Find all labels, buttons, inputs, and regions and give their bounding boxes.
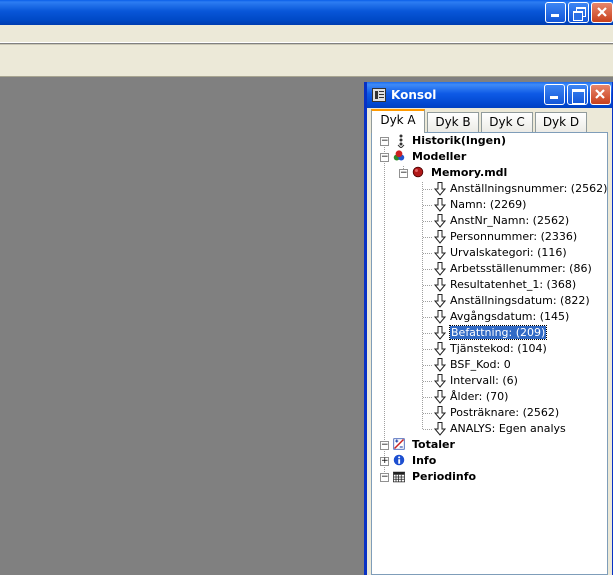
tab-strip: Dyk A Dyk B Dyk C Dyk D bbox=[371, 109, 608, 133]
tree-item-field[interactable]: Namn: (2269) bbox=[372, 197, 607, 213]
history-icon bbox=[397, 134, 405, 148]
tree-item-historik[interactable]: − Historik(Ingen) bbox=[372, 133, 607, 149]
tree-label-field: BSF_Kod: 0 bbox=[450, 358, 511, 371]
field-arrow-icon bbox=[434, 390, 446, 404]
tree-item-field[interactable]: Urvalskategori: (116) bbox=[372, 245, 607, 261]
close-icon bbox=[597, 7, 607, 17]
close-icon bbox=[595, 89, 605, 99]
models-icon bbox=[393, 150, 405, 161]
tree-label-field: Avgångsdatum: (145) bbox=[450, 310, 570, 323]
konsol-body: Dyk A Dyk B Dyk C Dyk D − Historik(Ingen… bbox=[367, 108, 612, 575]
tree-item-periodinfo[interactable]: − Periodinfo bbox=[372, 469, 607, 485]
tree-label-field: Ålder: (70) bbox=[450, 390, 509, 403]
console-icon bbox=[372, 88, 386, 102]
field-arrow-icon bbox=[434, 230, 446, 244]
close-button[interactable] bbox=[591, 2, 613, 23]
field-arrow-icon bbox=[434, 358, 446, 372]
restore-button[interactable] bbox=[568, 2, 589, 23]
field-arrow-icon bbox=[434, 422, 446, 436]
minimize-button[interactable] bbox=[545, 2, 566, 23]
tree-item-modeller[interactable]: − Modeller bbox=[372, 149, 607, 165]
field-arrow-icon bbox=[434, 374, 446, 388]
totals-icon bbox=[393, 438, 405, 450]
tree-label-field: Personnummer: (2336) bbox=[450, 230, 578, 243]
tree-label-field: Befattning: (209) bbox=[448, 325, 548, 340]
tree-label-field: Namn: (2269) bbox=[450, 198, 527, 211]
tree-item-field[interactable]: Tjänstekod: (104) bbox=[372, 341, 607, 357]
konsol-close-button[interactable] bbox=[590, 84, 611, 105]
toolbar bbox=[0, 44, 613, 77]
konsol-maximize-button[interactable] bbox=[567, 84, 588, 105]
info-icon bbox=[393, 454, 405, 466]
collapse-toggle[interactable]: − bbox=[380, 473, 389, 482]
konsol-panel: Konsol Dyk A Dyk B Dyk C Dyk D − Histori… bbox=[364, 82, 613, 575]
konsol-title: Konsol bbox=[391, 88, 437, 102]
field-arrow-icon bbox=[434, 262, 446, 276]
field-arrow-icon bbox=[434, 326, 446, 340]
field-arrow-icon bbox=[434, 406, 446, 420]
tree-item-field[interactable]: Resultatenhet_1: (368) bbox=[372, 277, 607, 293]
field-arrow-icon bbox=[434, 342, 446, 356]
tree-label-field: Intervall: (6) bbox=[450, 374, 518, 387]
field-arrow-icon bbox=[434, 198, 446, 212]
konsol-minimize-button[interactable] bbox=[544, 84, 565, 105]
collapse-toggle[interactable]: − bbox=[380, 441, 389, 450]
tree-label-field: Tjänstekod: (104) bbox=[450, 342, 547, 355]
tree-label-info: Info bbox=[412, 454, 437, 467]
tab-dyk-c[interactable]: Dyk C bbox=[481, 112, 533, 132]
tree-label-field: Anställningsnummer: (2562) bbox=[450, 182, 608, 195]
collapse-toggle[interactable]: − bbox=[399, 169, 408, 178]
tree-label-model-file: Memory.mdl bbox=[431, 166, 508, 179]
field-arrow-icon bbox=[434, 278, 446, 292]
field-arrow-icon bbox=[434, 182, 446, 196]
tree-label-field: Arbetsställenummer: (86) bbox=[450, 262, 592, 275]
tree-label-totaler: Totaler bbox=[412, 438, 455, 451]
tree-item-field[interactable]: AnstNr_Namn: (2562) bbox=[372, 213, 607, 229]
tree-label-field: Resultatenhet_1: (368) bbox=[450, 278, 577, 291]
tree-item-field[interactable]: Arbetsställenummer: (86) bbox=[372, 261, 607, 277]
collapse-toggle[interactable]: − bbox=[380, 153, 389, 162]
tree-label-field: Anställningsdatum: (822) bbox=[450, 294, 590, 307]
field-arrow-icon bbox=[434, 214, 446, 228]
calendar-icon bbox=[393, 471, 405, 483]
tree-label-field: Urvalskategori: (116) bbox=[450, 246, 567, 259]
tree-item-field[interactable]: Anställningsdatum: (822) bbox=[372, 293, 607, 309]
tree-item-info[interactable]: + Info bbox=[372, 453, 607, 469]
tree-item-field[interactable]: Intervall: (6) bbox=[372, 373, 607, 389]
tree-item-field[interactable]: Anställningsnummer: (2562) bbox=[372, 181, 607, 197]
collapse-toggle[interactable]: − bbox=[380, 137, 389, 146]
tree-item-totaler[interactable]: − Totaler bbox=[372, 437, 607, 453]
tree-item-field[interactable]: Personnummer: (2336) bbox=[372, 229, 607, 245]
tree-label-field: Posträknare: (2562) bbox=[450, 406, 560, 419]
tab-dyk-d[interactable]: Dyk D bbox=[535, 112, 587, 132]
tree-item-field[interactable]: Befattning: (209) bbox=[372, 325, 607, 341]
tree-item-model-file[interactable]: − Memory.mdl bbox=[372, 165, 607, 181]
tree-label-periodinfo: Periodinfo bbox=[412, 470, 477, 483]
tree-item-field[interactable]: ANALYS: Egen analys bbox=[372, 421, 607, 437]
tree-item-field[interactable]: Posträknare: (2562) bbox=[372, 405, 607, 421]
field-arrow-icon bbox=[434, 310, 446, 324]
tree-item-field[interactable]: Avgångsdatum: (145) bbox=[372, 309, 607, 325]
model-file-icon bbox=[412, 166, 424, 178]
tree-item-field[interactable]: BSF_Kod: 0 bbox=[372, 357, 607, 373]
menu-bar bbox=[0, 25, 613, 43]
tab-dyk-a[interactable]: Dyk A bbox=[371, 109, 425, 133]
main-title-bar bbox=[0, 0, 613, 25]
tree-label-field: AnstNr_Namn: (2562) bbox=[450, 214, 570, 227]
field-arrow-icon bbox=[434, 294, 446, 308]
tab-dyk-b[interactable]: Dyk B bbox=[427, 112, 479, 132]
tree-label-modeller: Modeller bbox=[412, 150, 467, 163]
tree-label-historik: Historik(Ingen) bbox=[412, 134, 506, 147]
tree-item-field[interactable]: Ålder: (70) bbox=[372, 389, 607, 405]
konsol-title-bar[interactable]: Konsol bbox=[367, 82, 612, 108]
tree-label-field: ANALYS: Egen analys bbox=[450, 422, 566, 435]
model-tree: − Historik(Ingen) − Modeller − Memory.md… bbox=[371, 132, 608, 575]
expand-toggle[interactable]: + bbox=[380, 457, 389, 466]
field-arrow-icon bbox=[434, 246, 446, 260]
